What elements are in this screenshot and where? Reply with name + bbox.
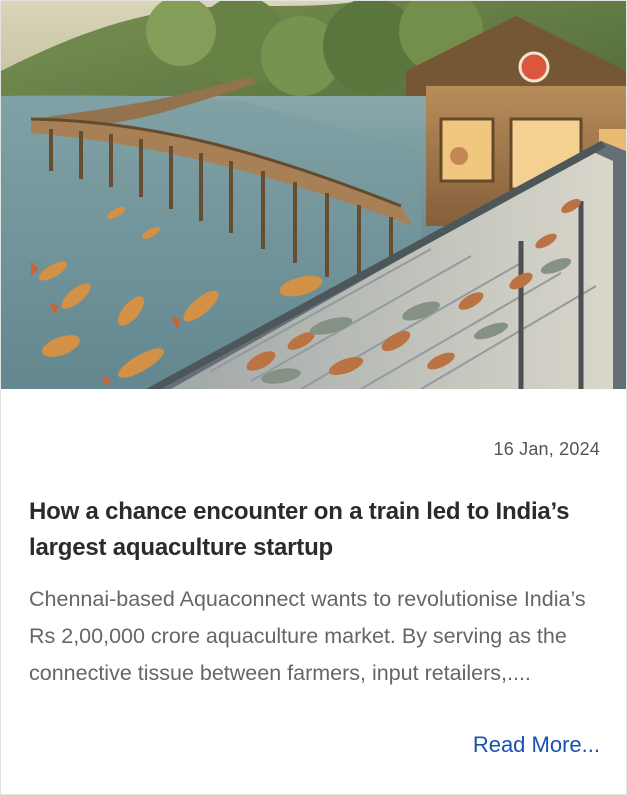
article-card[interactable]: 16 Jan, 2024 How a chance encounter on a… (0, 0, 627, 795)
article-hero-image[interactable] (1, 1, 626, 389)
article-date: 16 Jan, 2024 (493, 439, 600, 459)
article-excerpt: Chennai-based Aquaconnect wants to revol… (29, 587, 586, 685)
read-more-link[interactable]: Read More... (473, 732, 600, 758)
article-title[interactable]: How a chance encounter on a train led to… (29, 494, 599, 566)
